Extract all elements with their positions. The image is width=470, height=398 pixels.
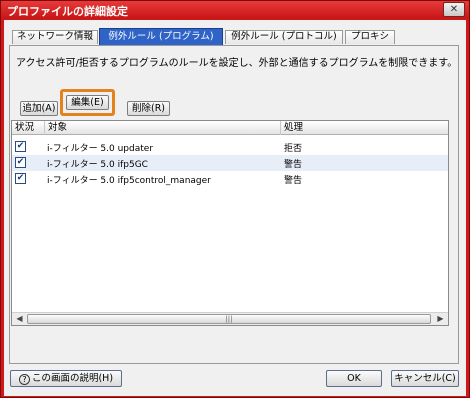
table-row[interactable]: ✔ i-フィルター 5.0 updater 拒否 — [12, 139, 448, 155]
row-target: i-フィルター 5.0 updater — [47, 144, 154, 154]
list-header: 状況 対象 処理 — [12, 121, 448, 135]
row-checkbox[interactable]: ✔ — [15, 173, 26, 184]
edit-button[interactable]: 編集(E) — [66, 95, 109, 110]
tab-proxy[interactable]: プロキシ — [345, 30, 395, 44]
tab-exception-rules-program[interactable]: 例外ルール (プログラム) — [99, 28, 223, 45]
scrollbar-thumb[interactable]: ||| — [27, 314, 431, 324]
help-icon: ? — [18, 374, 30, 385]
help-button[interactable]: ? この画面の説明(H) — [10, 370, 122, 387]
tab-network-info[interactable]: ネットワーク情報 — [12, 30, 98, 44]
row-action: 警告 — [284, 176, 303, 186]
column-header-status[interactable]: 状況 — [12, 121, 45, 135]
title-bar[interactable]: プロファイルの詳細設定 ✕ — [1, 1, 469, 19]
panel-description: アクセス許可/拒否するプログラムのルールを設定し、外部と通信するプログラムを制限… — [16, 58, 458, 69]
checkmark-icon: ✔ — [16, 141, 25, 151]
row-action: 拒否 — [284, 144, 303, 154]
help-button-label: この画面の説明(H) — [31, 373, 114, 384]
row-checkbox[interactable]: ✔ — [15, 141, 26, 152]
dialog-client-area: ネットワーク情報 例外ルール (プログラム) 例外ルール (プロトコル) プロキ… — [4, 20, 466, 396]
table-row[interactable]: ✔ i-フィルター 5.0 ifp5control_manager 警告 — [12, 171, 448, 187]
checkmark-icon: ✔ — [16, 173, 25, 183]
tab-bar: ネットワーク情報 例外ルール (プログラム) 例外ルール (プロトコル) プロキ… — [4, 20, 466, 46]
cancel-button[interactable]: キャンセル(C) — [391, 370, 459, 387]
column-header-target[interactable]: 対象 — [45, 121, 281, 135]
row-action: 警告 — [284, 160, 303, 170]
horizontal-scrollbar[interactable]: ◀ ||| ▶ — [12, 312, 448, 325]
scroll-left-arrow-icon[interactable]: ◀ — [13, 313, 26, 325]
checkmark-icon: ✔ — [16, 157, 25, 167]
dialog-window: プロファイルの詳細設定 ✕ ネットワーク情報 例外ルール (プログラム) 例外ル… — [0, 0, 470, 398]
delete-button[interactable]: 削除(R) — [127, 101, 170, 116]
table-row[interactable]: ✔ i-フィルター 5.0 ifp5GC 警告 — [12, 155, 448, 171]
window-title: プロファイルの詳細設定 — [7, 5, 128, 18]
row-target: i-フィルター 5.0 ifp5GC — [47, 160, 148, 170]
column-header-action[interactable]: 処理 — [281, 121, 448, 135]
tab-panel-program-rules: アクセス許可/拒否するプログラムのルールを設定し、外部と通信するプログラムを制限… — [9, 45, 459, 364]
ok-button[interactable]: OK — [326, 370, 382, 387]
tab-exception-rules-protocol[interactable]: 例外ルール (プロトコル) — [225, 30, 343, 44]
row-target: i-フィルター 5.0 ifp5control_manager — [47, 176, 211, 186]
close-icon: ✕ — [449, 4, 459, 15]
program-rules-list[interactable]: 状況 対象 処理 ✔ i-フィルター 5.0 updater 拒否 ✔ i-フィ… — [11, 120, 449, 326]
row-checkbox[interactable]: ✔ — [15, 157, 26, 168]
close-button[interactable]: ✕ — [443, 2, 465, 17]
add-button[interactable]: 追加(A) — [20, 101, 58, 116]
scroll-right-arrow-icon[interactable]: ▶ — [434, 313, 447, 325]
